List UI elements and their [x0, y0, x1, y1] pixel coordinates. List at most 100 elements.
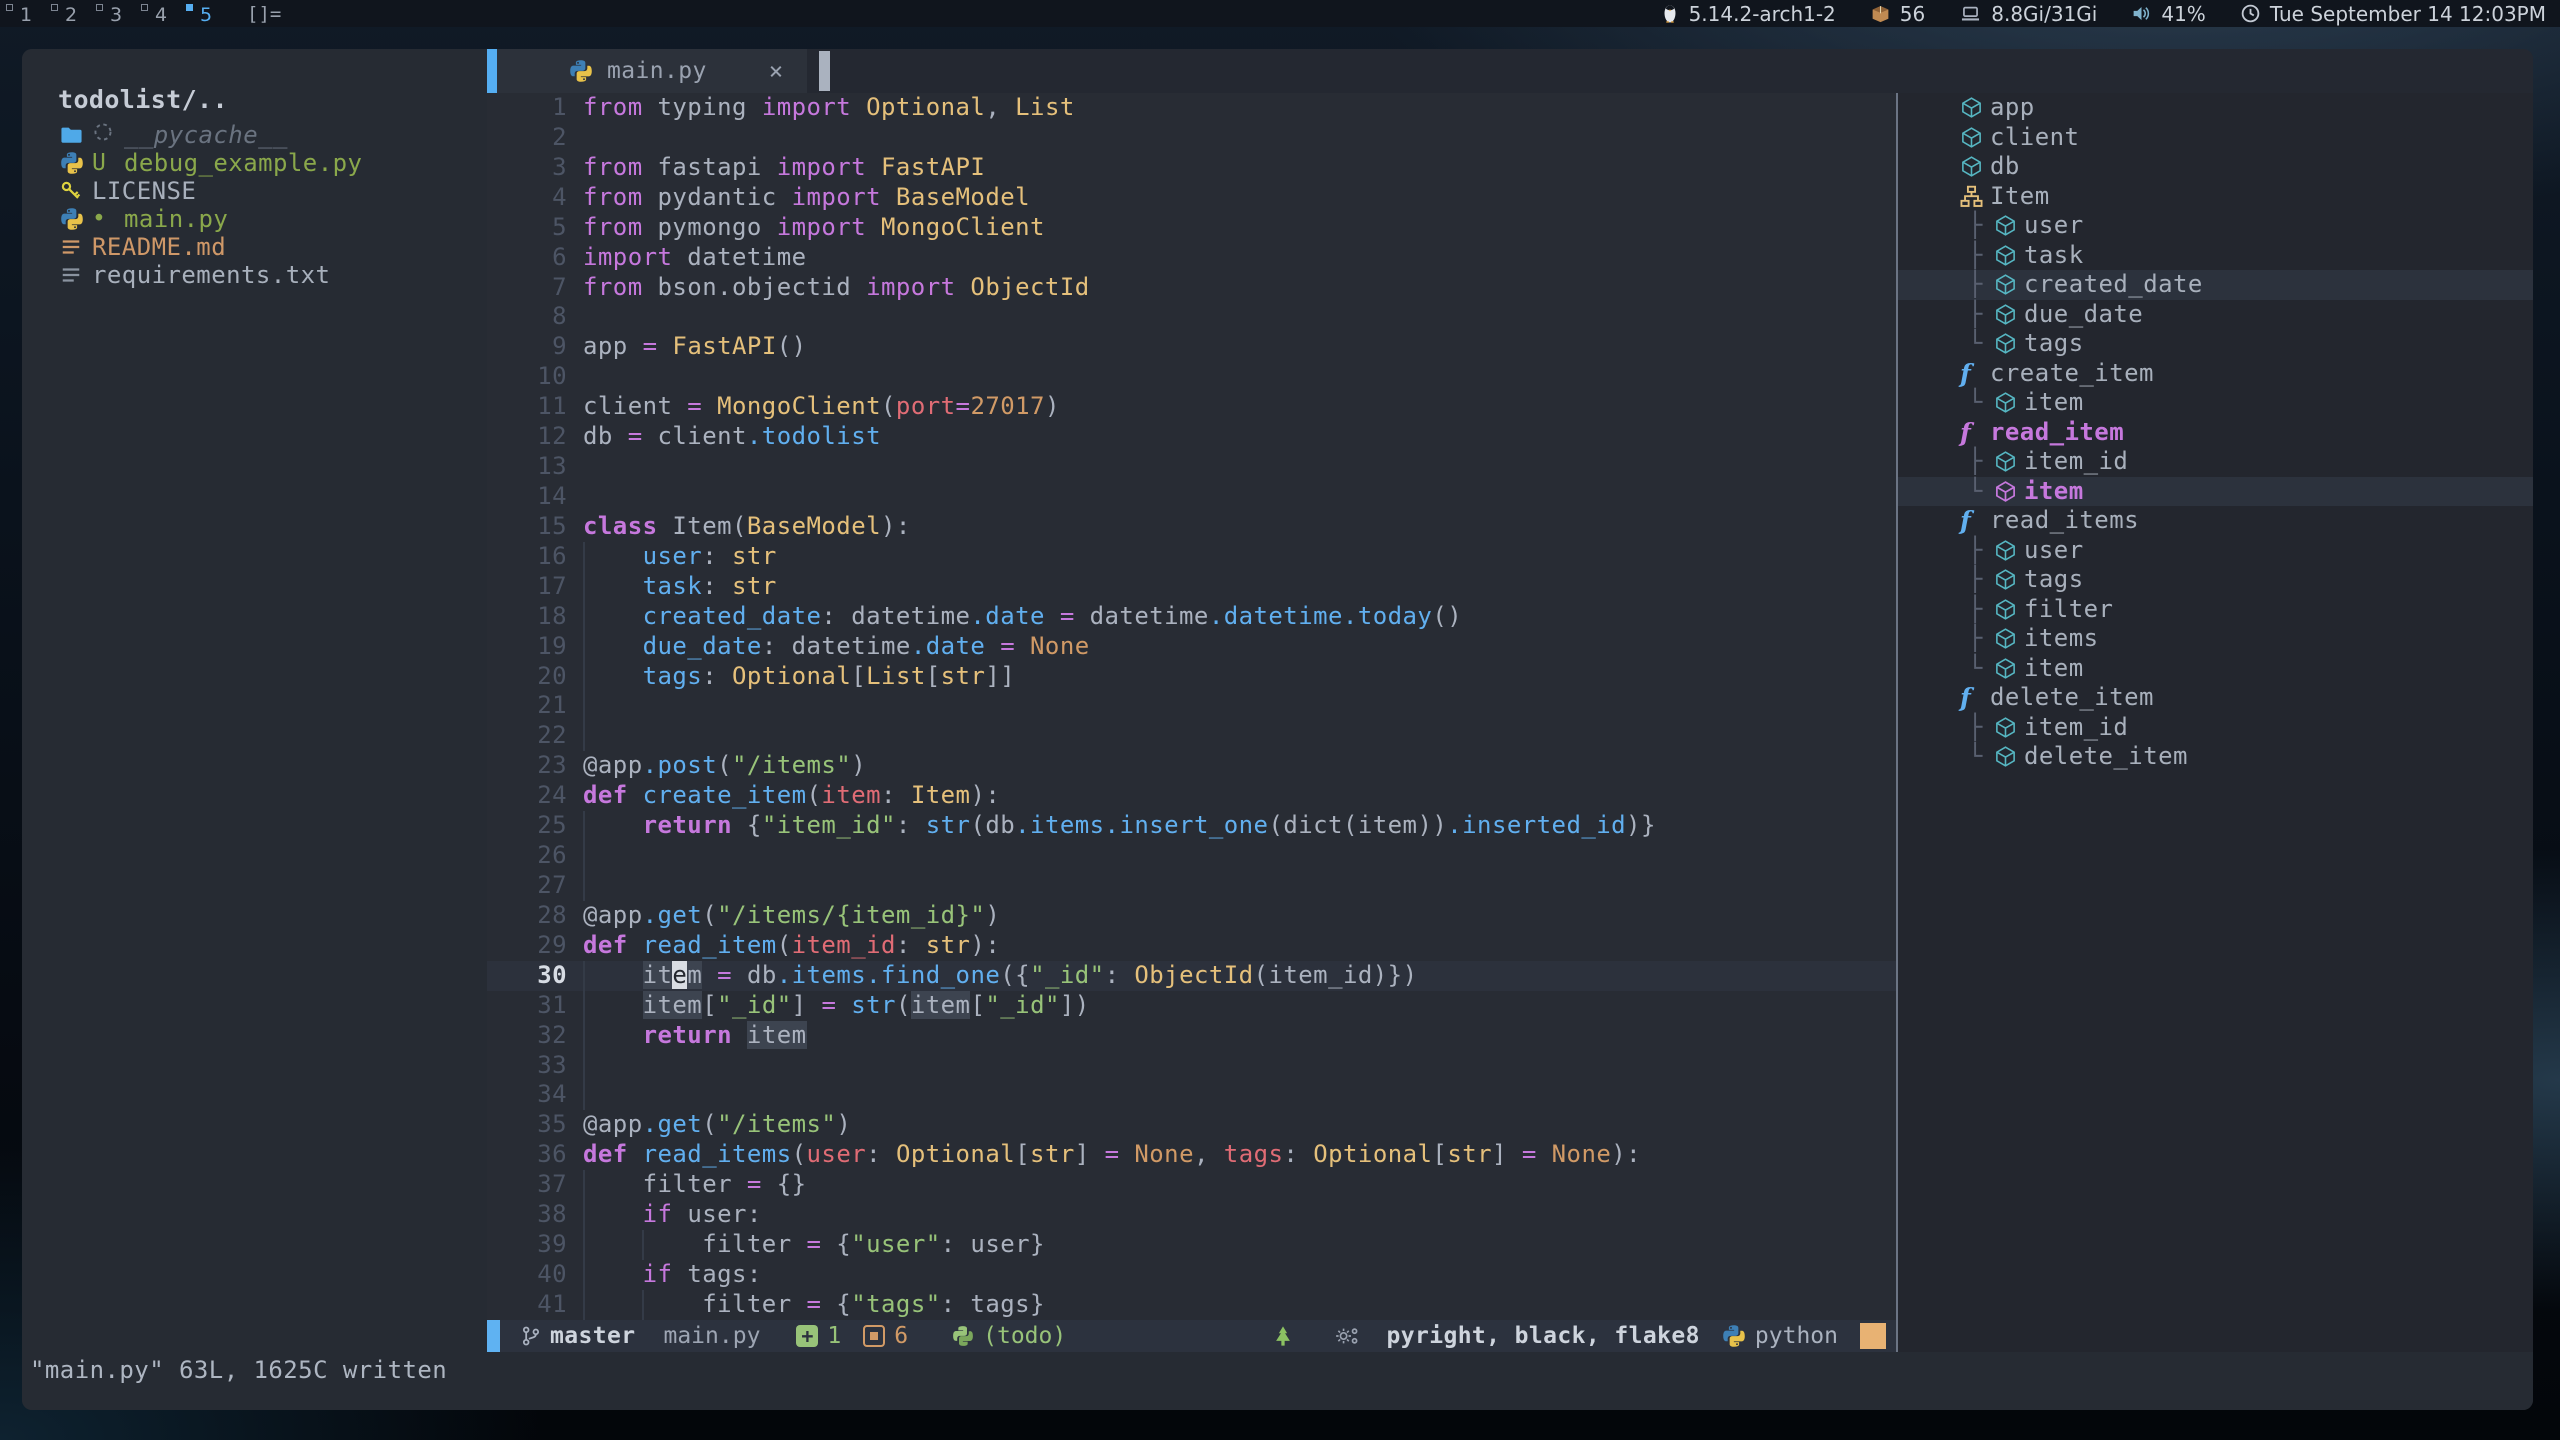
code-line-2[interactable]: 2	[487, 123, 1896, 153]
code-line-4[interactable]: 4from pydantic import BaseModel	[487, 183, 1896, 213]
file-tree-item-requirements-txt[interactable]: requirements.txt	[22, 261, 487, 289]
symbol-delete_item[interactable]: └delete_item	[1898, 742, 2533, 772]
code-line-27[interactable]: 27	[487, 871, 1896, 901]
code-line-15[interactable]: 15class Item(BaseModel):	[487, 512, 1896, 542]
symbol-user[interactable]: ├user	[1898, 536, 2533, 566]
line-number: 6	[487, 243, 567, 273]
line-number: 5	[487, 213, 567, 243]
code-line-20[interactable]: 20 tags: Optional[List[str]]	[487, 662, 1896, 692]
code-line-5[interactable]: 5from pymongo import MongoClient	[487, 213, 1896, 243]
workspace-button-5[interactable]: 5	[180, 0, 225, 27]
code-line-28[interactable]: 28@app.get("/items/{item_id}")	[487, 901, 1896, 931]
code-line-34[interactable]: 34	[487, 1080, 1896, 1110]
symbol-read_items[interactable]: fread_items	[1898, 506, 2533, 536]
symbol-item_id[interactable]: ├item_id	[1898, 447, 2533, 477]
code-line-23[interactable]: 23@app.post("/items")	[487, 751, 1896, 781]
symbol-item[interactable]: └item	[1898, 477, 2533, 507]
code-line-37[interactable]: 37 filter = {}	[487, 1170, 1896, 1200]
code-token: .get	[643, 901, 703, 929]
file-tree-item-main-py[interactable]: •main.py	[22, 205, 487, 233]
symbol-tags[interactable]: └tags	[1898, 329, 2533, 359]
code-line-35[interactable]: 35@app.get("/items")	[487, 1110, 1896, 1140]
code-token: :	[702, 662, 732, 690]
code-line-6[interactable]: 6import datetime	[487, 243, 1896, 273]
code-line-24[interactable]: 24def create_item(item: Item):	[487, 781, 1896, 811]
function-icon: f	[1960, 361, 1990, 386]
workspace-button-4[interactable]: 4	[135, 0, 180, 27]
code-line-29[interactable]: 29def read_item(item_id: str):	[487, 931, 1896, 961]
workspace-button-1[interactable]: 1	[0, 0, 45, 27]
symbol-app[interactable]: app	[1898, 93, 2533, 123]
file-tree-item-debug-example-py[interactable]: Udebug_example.py	[22, 149, 487, 177]
workspace-button-2[interactable]: 2	[45, 0, 90, 27]
tab-main-py[interactable]: main.py ×	[497, 49, 807, 93]
code-line-9[interactable]: 9app = FastAPI()	[487, 332, 1896, 362]
code-line-7[interactable]: 7from bson.objectid import ObjectId	[487, 273, 1896, 303]
workspace-list: 12345	[0, 0, 225, 27]
file-tree-item--pycache-[interactable]: ›__pycache__	[22, 121, 487, 149]
code-line-33[interactable]: 33	[487, 1051, 1896, 1081]
symbol-task[interactable]: ├task	[1898, 241, 2533, 271]
code-line-38[interactable]: 38 if user:	[487, 1200, 1896, 1230]
code-token	[628, 781, 643, 809]
symbol-item[interactable]: └item	[1898, 388, 2533, 418]
code-line-13[interactable]: 13	[487, 452, 1896, 482]
workspace-button-3[interactable]: 3	[90, 0, 135, 27]
code-line-31[interactable]: 31 item["_id"] = str(item["_id"])	[487, 991, 1896, 1021]
tab-close-icon[interactable]: ×	[769, 57, 783, 85]
symbol-item[interactable]: └item	[1898, 654, 2533, 684]
indent-guide	[583, 871, 585, 901]
symbol-user[interactable]: ├user	[1898, 211, 2533, 241]
code-token: read_items	[643, 1140, 792, 1168]
symbol-tags[interactable]: ├tags	[1898, 565, 2533, 595]
code-line-21[interactable]: 21	[487, 691, 1896, 721]
code-line-22[interactable]: 22	[487, 721, 1896, 751]
code-line-39[interactable]: 39 filter = {"user": user}	[487, 1230, 1896, 1260]
symbol-Item[interactable]: Item	[1898, 182, 2533, 212]
symbols-outline-panel: appclientdbItem├user├task├created_date├d…	[1898, 93, 2533, 1352]
symbol-create_item[interactable]: fcreate_item	[1898, 359, 2533, 389]
code-line-8[interactable]: 8	[487, 302, 1896, 332]
code-line-32[interactable]: 32 return item	[487, 1021, 1896, 1051]
symbol-due_date[interactable]: ├due_date	[1898, 300, 2533, 330]
line-number: 15	[487, 512, 567, 542]
symbol-items[interactable]: ├items	[1898, 624, 2533, 654]
code-token: ({	[1000, 961, 1030, 989]
code-token	[583, 602, 643, 630]
code-line-30[interactable]: 30 item = db.items.find_one({"_id": Obje…	[487, 961, 1896, 991]
code-token: "/items/{item_id}"	[717, 901, 985, 929]
code-token	[866, 213, 881, 241]
file-tree-item-license[interactable]: LICENSE	[22, 177, 487, 205]
code-line-25[interactable]: 25 return {"item_id": str(db.items.inser…	[487, 811, 1896, 841]
code-line-3[interactable]: 3from fastapi import FastAPI	[487, 153, 1896, 183]
symbol-client[interactable]: client	[1898, 123, 2533, 153]
code-line-11[interactable]: 11client = MongoClient(port=27017)	[487, 392, 1896, 422]
code-line-17[interactable]: 17 task: str	[487, 572, 1896, 602]
symbol-read_item[interactable]: fread_item	[1898, 418, 2533, 448]
indent-guide	[583, 811, 585, 841]
code-token: str	[941, 662, 986, 690]
symbol-created_date[interactable]: ├created_date	[1898, 270, 2533, 300]
code-line-36[interactable]: 36def read_items(user: Optional[str] = N…	[487, 1140, 1896, 1170]
symbol-filter[interactable]: ├filter	[1898, 595, 2533, 625]
code-line-12[interactable]: 12db = client.todolist	[487, 422, 1896, 452]
code-token	[732, 1021, 747, 1049]
code-line-41[interactable]: 41 filter = {"tags": tags}	[487, 1290, 1896, 1320]
symbol-delete_item[interactable]: fdelete_item	[1898, 683, 2533, 713]
code-line-26[interactable]: 26	[487, 841, 1896, 871]
code-line-40[interactable]: 40 if tags:	[487, 1260, 1896, 1290]
code-line-19[interactable]: 19 due_date: datetime.date = None	[487, 632, 1896, 662]
code-line-14[interactable]: 14	[487, 482, 1896, 512]
code-line-16[interactable]: 16 user: str	[487, 542, 1896, 572]
code-token: )	[836, 1110, 851, 1138]
file-tree-item-readme-md[interactable]: README.md	[22, 233, 487, 261]
symbol-db[interactable]: db	[1898, 152, 2533, 182]
line-number: 12	[487, 422, 567, 452]
code-token: List	[1015, 93, 1075, 121]
code-editor[interactable]: 1from typing import Optional, List23from…	[487, 93, 1896, 1320]
code-token: (	[881, 392, 896, 420]
code-line-18[interactable]: 18 created_date: datetime.date = datetim…	[487, 602, 1896, 632]
code-line-1[interactable]: 1from typing import Optional, List	[487, 93, 1896, 123]
symbol-item_id[interactable]: ├item_id	[1898, 713, 2533, 743]
code-line-10[interactable]: 10	[487, 362, 1896, 392]
